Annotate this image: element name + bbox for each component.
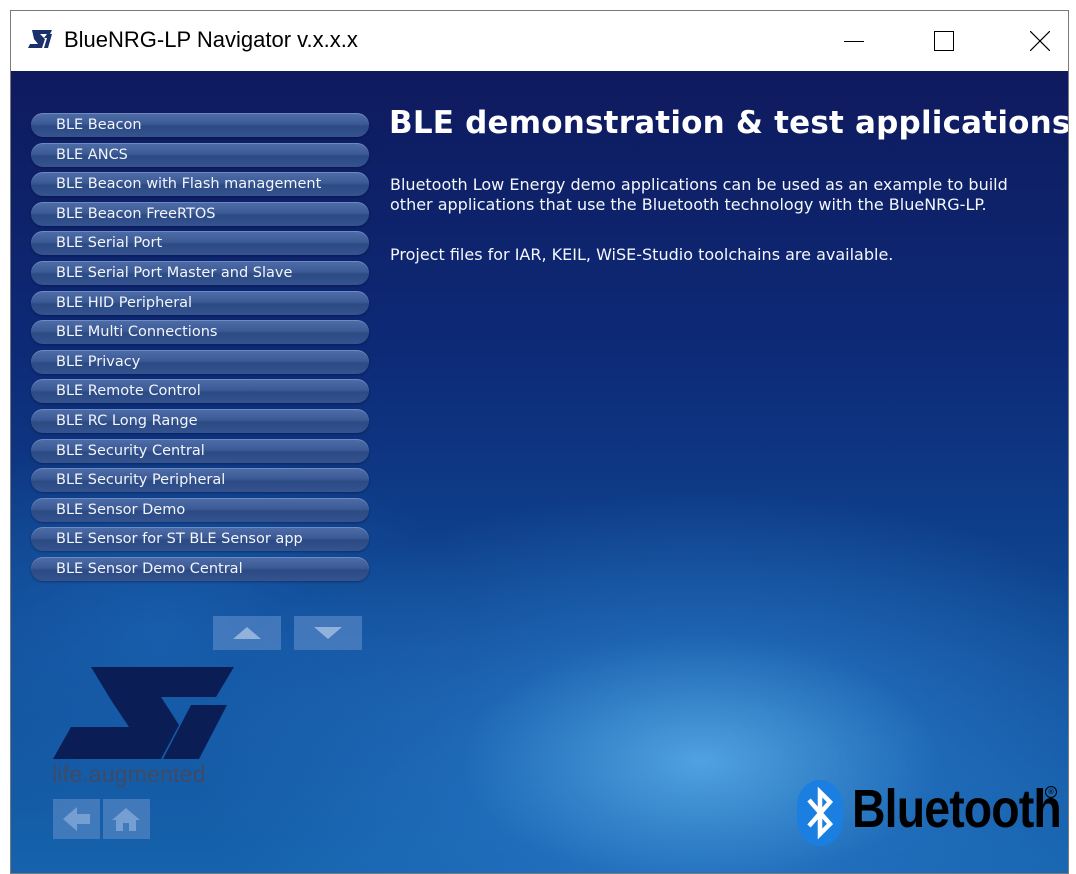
arrow-down-icon [314, 627, 342, 639]
menu-item-ble-hid-peripheral[interactable]: BLE HID Peripheral [31, 290, 369, 315]
page-heading: BLE demonstration & test applications [389, 105, 1068, 141]
maximize-button[interactable] [914, 11, 974, 71]
close-icon [1030, 31, 1050, 51]
menu-item-ble-ancs[interactable]: BLE ANCS [31, 142, 369, 167]
menu-item-ble-rc-long-range[interactable]: BLE RC Long Range [31, 408, 369, 433]
menu-item-ble-remote-control[interactable]: BLE Remote Control [31, 379, 369, 404]
st-tagline: life.augmented [52, 761, 206, 787]
st-app-icon [28, 30, 52, 48]
close-button[interactable] [1010, 11, 1068, 71]
navigator-panel: BLE Beacon BLE ANCS BLE Beacon with Flas… [11, 71, 1068, 873]
home-icon [112, 808, 140, 831]
back-arrow-icon [63, 807, 90, 831]
minimize-button[interactable] [824, 11, 884, 71]
back-button[interactable] [53, 799, 100, 839]
st-logo [53, 667, 234, 759]
minimize-icon [844, 41, 864, 42]
app-window: BlueNRG-LP Navigator v.x.x.x BLE Beacon … [10, 10, 1069, 874]
window-title: BlueNRG-LP Navigator v.x.x.x [64, 27, 358, 52]
menu-item-ble-sensor-st-app[interactable]: BLE Sensor for ST BLE Sensor app [31, 527, 369, 552]
arrow-up-icon [233, 627, 261, 639]
home-button[interactable] [103, 799, 150, 839]
maximize-icon [934, 31, 954, 51]
menu-item-ble-beacon-flash[interactable]: BLE Beacon with Flash management [31, 172, 369, 197]
demo-menu: BLE Beacon BLE ANCS BLE Beacon with Flas… [31, 113, 369, 587]
menu-item-ble-serial-port[interactable]: BLE Serial Port [31, 231, 369, 256]
scroll-up-button[interactable] [213, 616, 281, 650]
menu-item-ble-beacon[interactable]: BLE Beacon [31, 113, 369, 137]
menu-item-ble-security-peripheral[interactable]: BLE Security Peripheral [31, 468, 369, 493]
title-bar[interactable]: BlueNRG-LP Navigator v.x.x.x [11, 11, 1068, 71]
menu-item-ble-serial-port-master-slave[interactable]: BLE Serial Port Master and Slave [31, 260, 369, 285]
toolchains-paragraph: Project files for IAR, KEIL, WiSE-Studio… [390, 245, 894, 264]
registered-mark: ® [1045, 786, 1057, 798]
description-paragraph: Bluetooth Low Energy demo applications c… [390, 175, 1008, 214]
menu-item-ble-security-central[interactable]: BLE Security Central [31, 438, 369, 463]
menu-item-ble-privacy[interactable]: BLE Privacy [31, 349, 369, 374]
menu-item-ble-sensor-demo-central[interactable]: BLE Sensor Demo Central [31, 556, 369, 581]
menu-item-ble-beacon-freertos[interactable]: BLE Beacon FreeRTOS [31, 201, 369, 226]
scroll-down-button[interactable] [294, 616, 362, 650]
bluetooth-rune-icon [797, 780, 843, 846]
bluetooth-wordmark: Bluetooth [852, 779, 1062, 839]
menu-item-ble-sensor-demo[interactable]: BLE Sensor Demo [31, 497, 369, 522]
menu-item-ble-multi-connections[interactable]: BLE Multi Connections [31, 320, 369, 345]
